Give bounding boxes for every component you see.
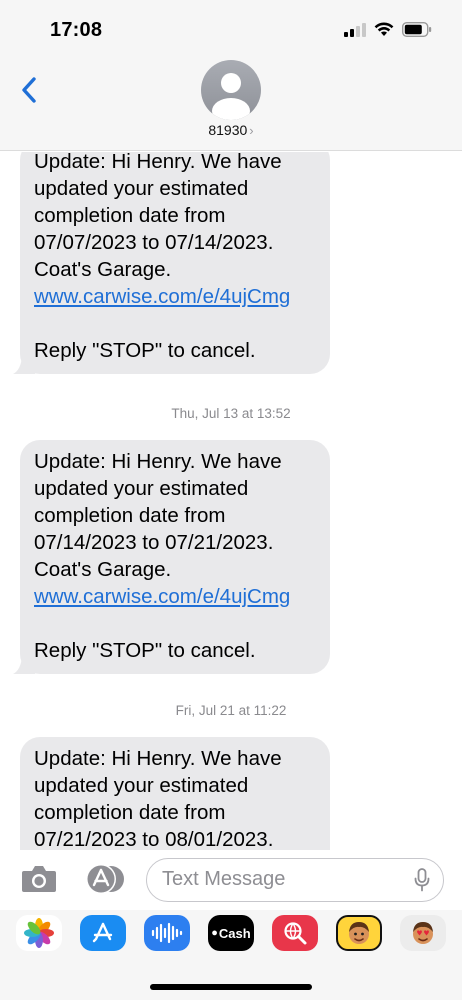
contact-avatar[interactable]: [201, 60, 261, 120]
message-line: 07/07/2023 to 07/14/2023.: [34, 231, 274, 254]
memoji-sticker-face: [413, 922, 433, 944]
wifi-icon: [374, 22, 394, 36]
status-bar: 17:08: [0, 0, 462, 56]
home-indicator[interactable]: [150, 984, 312, 990]
message-link[interactable]: www.carwise.com/e/4ujCmg: [34, 285, 290, 308]
contact-name: 81930: [208, 122, 248, 138]
message-line: updated your estimated: [34, 477, 249, 500]
apple-logo-icon: ●: [211, 927, 218, 939]
message-line: completion date from: [34, 504, 226, 527]
back-button[interactable]: [14, 72, 44, 108]
message-input-placeholder: Text Message: [162, 868, 286, 890]
message-line: updated your estimated: [34, 177, 249, 200]
message-bubble[interactable]: Update: Hi Henry. We have updated your e…: [13, 152, 330, 374]
message-line: Update: Hi Henry. We have: [34, 152, 282, 173]
app-store-icon[interactable]: [80, 915, 126, 951]
bubble-tail: [13, 654, 35, 674]
microphone-icon[interactable]: [413, 868, 431, 892]
cellular-signal-icon: [344, 22, 366, 37]
chevron-left-icon: [22, 77, 36, 103]
globe-search-glyph: [284, 922, 307, 945]
camera-icon: [22, 866, 56, 892]
audio-message-icon[interactable]: [144, 915, 190, 951]
conversation-header: 81930 ›: [0, 56, 462, 151]
bubble-tail: [13, 354, 35, 374]
cash-label: Cash: [218, 925, 251, 941]
message-timestamp: Fri, Jul 21 at 11:22: [175, 703, 287, 718]
message-line: Update: Hi Henry. We have: [34, 747, 282, 770]
battery-icon: [402, 22, 432, 37]
message-line: updated your estimated: [34, 774, 249, 797]
status-icons: [344, 22, 432, 37]
compose-bar: Text Message: [0, 850, 462, 910]
message-link[interactable]: www.carwise.com/e/4ujCmg: [34, 585, 290, 608]
message-line: completion date from: [34, 801, 226, 824]
app-drawer: ● Cash: [0, 910, 462, 1000]
camera-button[interactable]: [20, 864, 58, 894]
message-list[interactable]: Update: Hi Henry. We have updated your e…: [0, 152, 462, 850]
message-line: Update: Hi Henry. We have: [34, 450, 282, 473]
message-timestamp: Thu, Jul 13 at 13:52: [171, 406, 291, 421]
message-bubble[interactable]: Update: Hi Henry. We have updated your e…: [20, 737, 330, 850]
message-line: Coat's Garage.: [34, 258, 172, 281]
chevron-right-icon: ›: [249, 123, 254, 138]
memoji-icon[interactable]: [336, 915, 382, 951]
message-line: Coat's Garage.: [34, 558, 172, 581]
message-footer: Reply "STOP" to cancel.: [34, 639, 256, 662]
message-input[interactable]: Text Message: [146, 858, 444, 902]
memoji-stickers-icon[interactable]: [400, 915, 446, 951]
web-images-icon[interactable]: [272, 915, 318, 951]
contact-name-button[interactable]: 81930 ›: [0, 122, 462, 138]
photos-flower: [24, 918, 54, 948]
status-time: 17:08: [50, 19, 103, 41]
message-footer: Reply "STOP" to cancel.: [34, 339, 256, 362]
memoji-face: [349, 922, 369, 944]
message-line: 07/21/2023 to 08/01/2023.: [34, 828, 274, 850]
message-bubble[interactable]: Update: Hi Henry. We have updated your e…: [13, 440, 330, 674]
app-store-icon: [86, 864, 124, 894]
apple-cash-icon[interactable]: ● Cash: [208, 915, 254, 951]
waveform: [151, 922, 183, 944]
photos-icon[interactable]: [16, 915, 62, 951]
message-line: 07/14/2023 to 07/21/2023.: [34, 531, 274, 554]
message-line: completion date from: [34, 204, 226, 227]
apps-button[interactable]: [80, 862, 126, 896]
person-icon: [212, 73, 250, 120]
app-store-glyph: [92, 922, 113, 943]
